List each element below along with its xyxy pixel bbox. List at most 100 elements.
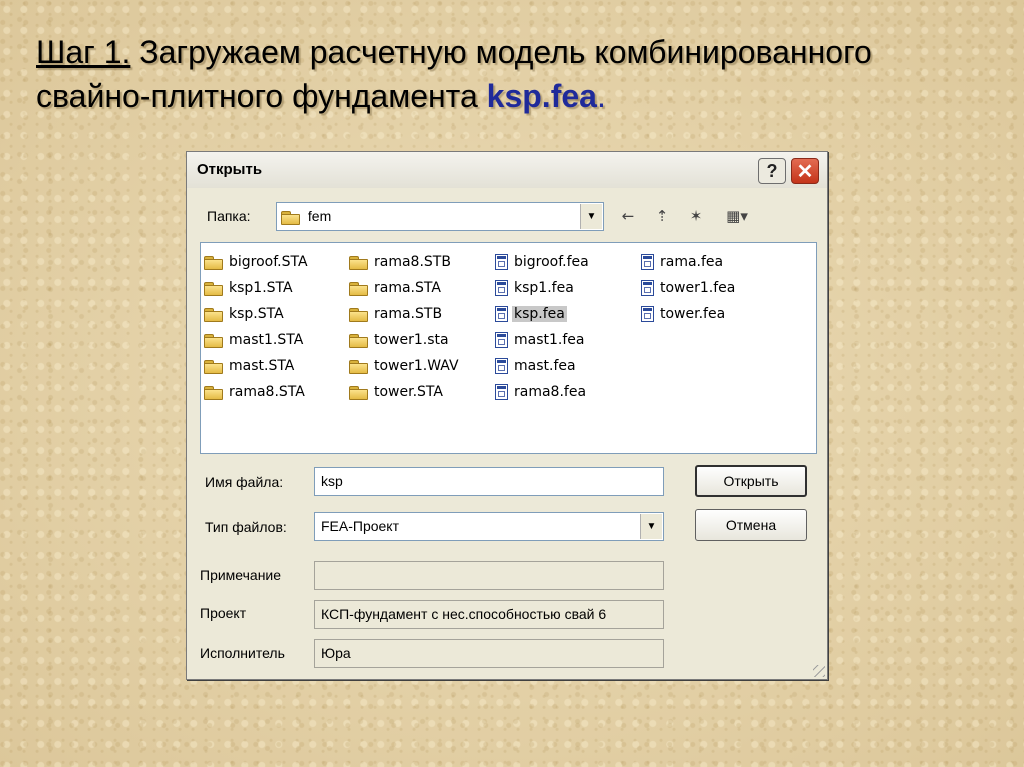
file-list-item[interactable]: mast.fea: [495, 353, 591, 379]
file-name: bigroof.fea: [514, 254, 589, 270]
file-list-item[interactable]: tower.STA: [349, 379, 461, 405]
file-name: ksp.fea: [512, 306, 567, 322]
file-name: ksp1.STA: [229, 280, 293, 296]
folder-icon: [204, 333, 223, 348]
file-name: tower.STA: [374, 384, 443, 400]
folder-icon: [281, 210, 300, 225]
file-list[interactable]: bigroof.STA ksp1.STA ksp.STA mast1.STA mast.…: [200, 242, 817, 454]
folder-value: fem: [307, 208, 332, 224]
file-list-item[interactable]: rama8.STB: [349, 249, 461, 275]
file-icon: [495, 280, 508, 296]
new-folder-icon[interactable]: ✶: [683, 204, 709, 228]
file-list-item[interactable]: tower1.sta: [349, 327, 461, 353]
file-name: rama.fea: [660, 254, 724, 270]
author-field: Юра: [314, 639, 664, 668]
chevron-down-icon[interactable]: ▼: [640, 514, 662, 539]
folder-icon: [204, 255, 223, 270]
file-list-item[interactable]: tower.fea: [641, 301, 737, 327]
file-list-item[interactable]: mast.STA: [204, 353, 310, 379]
slide-title-line1: Шаг 1. Загружаем расчетную модель комбин…: [36, 30, 996, 74]
file-name: ksp.STA: [229, 306, 284, 322]
file-name: rama.STB: [374, 306, 443, 322]
file-list-item[interactable]: rama8.STA: [204, 379, 310, 405]
file-name: rama8.STB: [374, 254, 451, 270]
chevron-down-icon[interactable]: ▼: [580, 204, 602, 229]
close-button[interactable]: ✕: [791, 158, 819, 184]
folder-icon: [349, 333, 368, 348]
step-label: Шаг 1.: [36, 34, 131, 70]
project-field: КСП-фундамент с нес.способностью свай 6: [314, 600, 664, 629]
folder-icon: [204, 385, 223, 400]
help-button[interactable]: ?: [758, 158, 786, 184]
filetype-select[interactable]: FEA-Проект ▼: [314, 512, 664, 541]
file-name: bigroof.STA: [229, 254, 308, 270]
file-list-item[interactable]: tower1.WAV: [349, 353, 461, 379]
open-file-dialog: Открыть ? ✕ Папка: fem ▼ ← ⇡ ✶ ▦▾ bigroo…: [186, 151, 828, 680]
file-name: ksp1.fea: [514, 280, 574, 296]
title-filename: ksp.fea: [486, 78, 597, 114]
title-text-2: свайно-плитного фундамента: [36, 78, 487, 114]
file-icon: [641, 254, 654, 270]
folder-icon: [349, 281, 368, 296]
note-label: Примечание: [200, 567, 282, 583]
author-label: Исполнитель: [200, 645, 285, 661]
file-list-item[interactable]: bigroof.fea: [495, 249, 591, 275]
open-button[interactable]: Открыть: [695, 465, 807, 497]
dialog-title: Открыть: [197, 161, 263, 178]
file-list-item[interactable]: ksp1.STA: [204, 275, 310, 301]
file-name: mast1.fea: [514, 332, 585, 348]
cancel-button[interactable]: Отмена: [695, 509, 807, 541]
file-list-item[interactable]: ksp.fea: [495, 301, 591, 327]
file-icon: [495, 384, 508, 400]
file-name: mast.fea: [514, 358, 576, 374]
folder-icon: [349, 385, 368, 400]
folder-combo[interactable]: fem ▼: [276, 202, 604, 231]
file-icon: [641, 306, 654, 322]
file-list-item[interactable]: rama.STB: [349, 301, 461, 327]
file-list-item[interactable]: rama8.fea: [495, 379, 591, 405]
file-list-item[interactable]: bigroof.STA: [204, 249, 310, 275]
slide-title: Шаг 1. Загружаем расчетную модель комбин…: [36, 30, 996, 118]
file-name: mast1.STA: [229, 332, 304, 348]
back-icon[interactable]: ←: [615, 204, 641, 228]
project-label: Проект: [200, 605, 247, 621]
title-text-1: Загружаем расчетную модель комбинированн…: [130, 34, 872, 70]
folder-icon: [349, 307, 368, 322]
folder-icon: [204, 359, 223, 374]
file-name: rama8.STA: [229, 384, 305, 400]
dialog-titlebar[interactable]: Открыть ? ✕: [187, 152, 827, 188]
folder-icon: [349, 359, 368, 374]
file-list-item[interactable]: ksp1.fea: [495, 275, 591, 301]
file-list-item[interactable]: tower1.fea: [641, 275, 737, 301]
file-column-3: bigroof.fea ksp1.fea ksp.fea mast1.fea mast.…: [495, 249, 591, 405]
file-name: rama8.fea: [514, 384, 587, 400]
filename-label: Имя файла:: [205, 474, 284, 490]
file-name: mast.STA: [229, 358, 295, 374]
folder-label: Папка:: [207, 208, 251, 224]
filename-input[interactable]: ksp: [314, 467, 664, 496]
file-icon: [495, 358, 508, 374]
view-menu-icon[interactable]: ▦▾: [719, 204, 755, 228]
file-icon: [495, 306, 508, 322]
folder-icon: [204, 307, 223, 322]
file-list-item[interactable]: rama.STA: [349, 275, 461, 301]
file-icon: [495, 332, 508, 348]
resize-grip[interactable]: [813, 665, 825, 677]
file-icon: [495, 254, 508, 270]
file-icon: [641, 280, 654, 296]
filetype-value: FEA-Проект: [321, 518, 400, 534]
file-column-1: bigroof.STA ksp1.STA ksp.STA mast1.STA mast.…: [204, 249, 310, 405]
file-name: tower1.sta: [374, 332, 449, 348]
file-list-item[interactable]: mast1.fea: [495, 327, 591, 353]
folder-icon: [204, 281, 223, 296]
file-name: tower1.WAV: [374, 358, 459, 374]
slide-title-line2: свайно-плитного фундамента ksp.fea.: [36, 74, 996, 118]
folder-icon: [349, 255, 368, 270]
file-name: tower.fea: [660, 306, 726, 322]
up-folder-icon[interactable]: ⇡: [649, 204, 675, 228]
file-list-item[interactable]: ksp.STA: [204, 301, 310, 327]
file-column-4: rama.fea tower1.fea tower.fea: [641, 249, 737, 327]
title-dot: .: [596, 78, 606, 114]
file-list-item[interactable]: rama.fea: [641, 249, 737, 275]
file-list-item[interactable]: mast1.STA: [204, 327, 310, 353]
